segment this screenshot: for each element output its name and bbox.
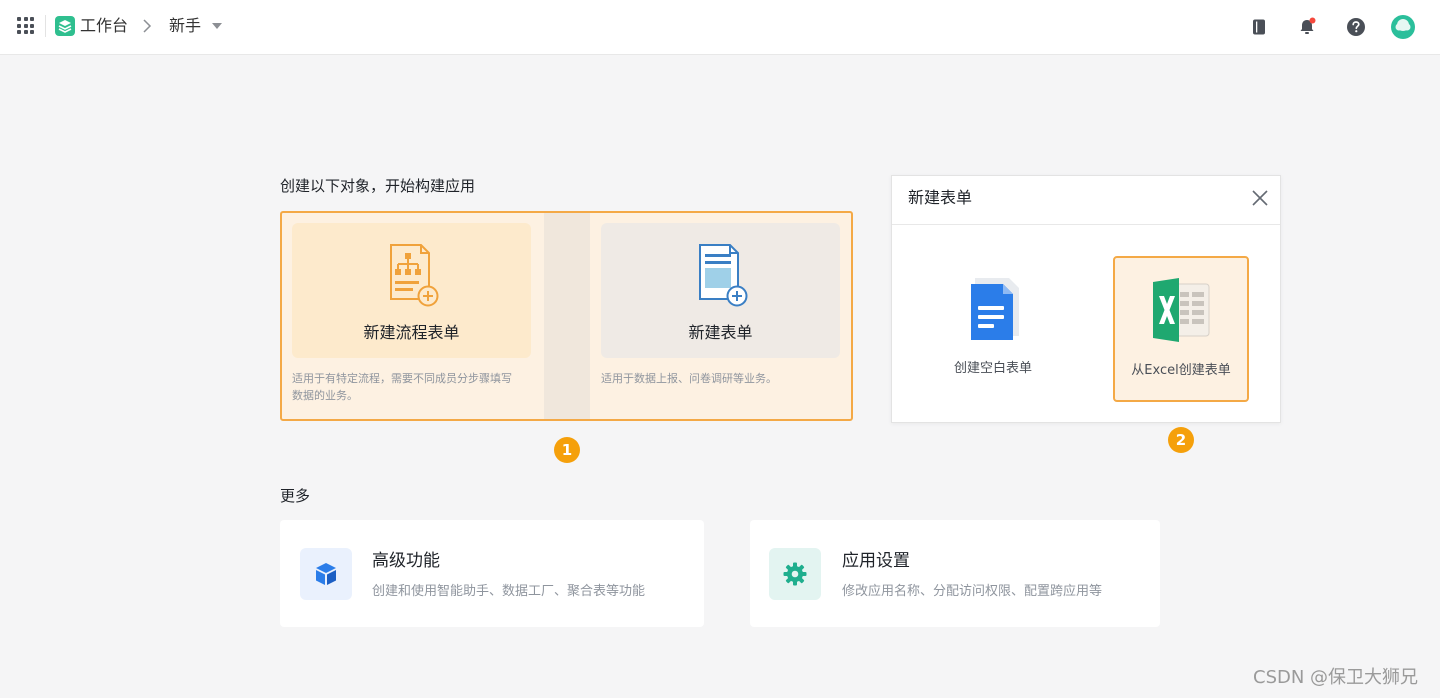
step-badge-1: 1 [554,437,580,463]
new-form-label: 新建表单 [688,323,753,342]
new-form-desc: 适用于数据上报、问卷调研等业务。 [601,370,777,387]
new-form-dialog: 新建表单 创建空白表单 从Excel创建表单 [891,175,1281,423]
advanced-features-desc: 创建和使用智能助手、数据工厂、聚合表等功能 [372,584,646,599]
app-grid-icon[interactable] [17,17,34,34]
create-from-excel-option[interactable]: 从Excel创建表单 [1113,256,1249,402]
workspace-logo-icon[interactable] [55,16,75,36]
create-section-title: 创建以下对象，开始构建应用 [280,177,476,195]
app-settings-desc: 修改应用名称、分配访问权限、配置跨应用等 [842,584,1103,599]
app-settings-card[interactable]: 应用设置 修改应用名称、分配访问权限、配置跨应用等 [750,520,1160,627]
breadcrumb-current-app[interactable]: 新手 [169,16,201,36]
dialog-title: 新建表单 [908,188,973,207]
cube-icon [300,548,352,600]
header-divider [45,15,46,37]
flow-desc-line1: 适用于有特定流程，需要不同成员分步骤填写 [292,372,512,385]
user-avatar[interactable] [1390,14,1416,40]
new-flow-form-label: 新建流程表单 [363,323,460,342]
create-options-panel: 新建流程表单 适用于有特定流程，需要不同成员分步骤填写 数据的业务。 新建表单 … [280,211,853,421]
blank-document-icon [971,278,1019,340]
gear-icon [769,548,821,600]
dialog-divider [892,224,1280,225]
advanced-features-card[interactable]: 高级功能 创建和使用智能助手、数据工厂、聚合表等功能 [280,520,704,627]
help-icon[interactable] [1343,14,1369,40]
form-document-icon [698,244,747,307]
app-settings-title: 应用设置 [842,551,910,571]
close-icon[interactable] [1251,189,1269,207]
watermark: CSDN @保卫大狮兄 [1253,667,1419,688]
form-desc-line1: 适用于数据上报、问卷调研等业务。 [601,372,777,385]
flow-desc-line2: 数据的业务。 [292,389,358,402]
new-form-card[interactable]: 新建表单 [601,223,840,358]
create-blank-form-label: 创建空白表单 [953,361,1032,376]
create-from-excel-label: 从Excel创建表单 [1131,363,1231,378]
breadcrumb-chevron-icon [143,19,152,33]
create-blank-form-option[interactable]: 创建空白表单 [925,256,1061,402]
notebook-icon[interactable] [1246,14,1272,40]
new-flow-form-card[interactable]: 新建流程表单 [292,223,531,358]
breadcrumb-workspace[interactable]: 工作台 [80,16,128,36]
app-dropdown-caret-icon[interactable] [212,23,222,29]
excel-icon [1153,278,1210,342]
top-header: 工作台 新手 [0,0,1440,55]
step-badge-2: 2 [1168,427,1194,453]
advanced-features-title: 高级功能 [372,551,440,571]
flow-form-icon [389,244,438,307]
new-flow-form-desc: 适用于有特定流程，需要不同成员分步骤填写 数据的业务。 [292,370,512,404]
more-section-title: 更多 [280,487,311,505]
panel-divider [544,213,590,419]
notification-bell-icon[interactable] [1294,14,1320,40]
